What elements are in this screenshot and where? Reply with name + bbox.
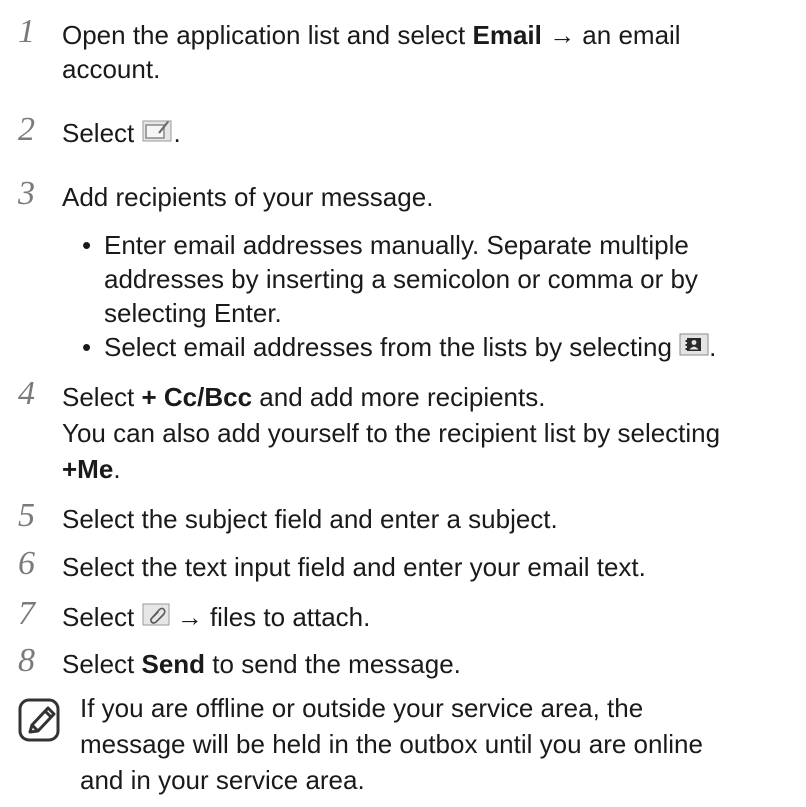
bullet-line: . [709, 332, 717, 362]
step-number: 5 [18, 497, 35, 534]
step-number: 8 [18, 642, 35, 679]
note-text: If you are offline or outside your servi… [80, 690, 703, 798]
ui-label-cc-bcc: + Cc/Bcc [141, 382, 253, 412]
step-number: 3 [18, 175, 35, 212]
compose-icon [142, 116, 174, 150]
bullet-text: Select email addresses from the lists by… [104, 330, 716, 366]
step-number: 7 [18, 595, 35, 632]
step-number: 1 [18, 13, 35, 50]
bullet-dot: • [82, 332, 92, 362]
step-text: Select the subject field and enter a sub… [62, 504, 558, 534]
step-number: 2 [18, 111, 35, 148]
step-text-part: → files to attach. [169, 602, 371, 632]
bullet-dot: • [82, 230, 92, 260]
step-text-part: → an email [541, 20, 681, 50]
note-line: and in your service area. [80, 765, 365, 795]
step-text-part: Select [62, 382, 142, 412]
bullet-line: selecting Enter. [104, 298, 282, 328]
attach-icon [142, 600, 170, 634]
step-text: Add recipients of your message. [62, 182, 434, 212]
ui-label-email: Email [472, 20, 542, 50]
note-line: message will be held in the outbox until… [80, 729, 703, 759]
step-text: Select Send to send the message. [62, 647, 461, 681]
step-text-part: . [173, 118, 181, 148]
step-text-line2: You can also add yourself to the recipie… [62, 418, 721, 448]
step-number: 4 [18, 375, 35, 412]
step-text: Select + Cc/Bcc and add more recipients. [62, 380, 545, 414]
step-text-part: Select [62, 118, 142, 148]
note-pencil-icon [18, 698, 62, 749]
step-number: 6 [18, 545, 35, 582]
step-text-part: and add more recipients. [252, 382, 546, 412]
ui-label-send: Send [141, 649, 206, 679]
step-text-part: . [113, 454, 121, 484]
step-text: Select . [62, 116, 181, 152]
bullet-line: Select email addresses from the lists by… [104, 332, 680, 362]
bullet-line: Enter email addresses manually. Separate… [104, 230, 689, 260]
note-line: If you are offline or outside your servi… [80, 693, 644, 723]
step-text: Open the application list and select Ema… [62, 18, 681, 52]
step-text-part: Select [62, 602, 142, 632]
ui-label-me: +Me [62, 454, 114, 484]
bullet-text: Enter email addresses manually. Separate… [104, 228, 698, 330]
step-text-part: Open the application list and select [62, 20, 473, 50]
step-text-part: Select [62, 649, 142, 679]
step-text: Select the text input field and enter yo… [62, 552, 646, 582]
step-text: Select → files to attach. [62, 600, 370, 636]
bullet-line: addresses by inserting a semicolon or co… [104, 264, 698, 294]
step-text-line3: +Me. [62, 452, 121, 486]
step-text-line2: account. [62, 54, 161, 84]
contacts-icon [679, 330, 709, 364]
step-text-part: to send the message. [205, 649, 461, 679]
